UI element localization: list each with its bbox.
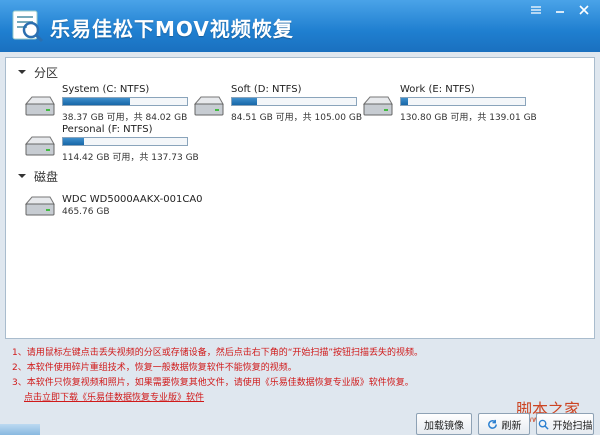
disks-header-label: 磁盘 bbox=[34, 169, 59, 184]
partition-name: Personal (F: NTFS) bbox=[62, 124, 153, 135]
caret-down-icon bbox=[18, 174, 26, 178]
hard-drive-icon bbox=[362, 96, 393, 116]
note-line-3: 3、本软件只恢复视频和照片，如果需要恢复其他文件，请使用《乐易佳数据恢复专业版》… bbox=[12, 378, 414, 388]
title-bar: 乐易佳松下MOV视频恢复 bbox=[0, 0, 600, 52]
close-button[interactable] bbox=[572, 0, 596, 20]
start-scan-button[interactable]: 开始扫描 bbox=[536, 413, 594, 435]
partition-info: 130.80 GB 可用，共 139.01 GB bbox=[400, 113, 537, 123]
refresh-label: 刷新 bbox=[501, 420, 522, 432]
disk-size: 465.76 GB bbox=[62, 207, 110, 217]
close-icon bbox=[579, 5, 589, 15]
taskbar-stub bbox=[0, 424, 40, 435]
hard-drive-icon bbox=[24, 96, 55, 116]
partitions-header[interactable]: 分区 bbox=[16, 64, 58, 80]
partition-d[interactable]: Soft (D: NTFS) 84.51 GB 可用，共 105.00 GB bbox=[193, 84, 362, 128]
usage-fill bbox=[401, 98, 409, 105]
usage-fill bbox=[232, 98, 257, 105]
menu-button[interactable] bbox=[524, 0, 548, 20]
partition-f[interactable]: Personal (F: NTFS) 114.42 GB 可用，共 137.73… bbox=[24, 124, 199, 168]
usage-bar bbox=[400, 97, 526, 106]
download-pro-link[interactable]: 点击立即下载《乐易佳数据恢复专业版》软件 bbox=[12, 391, 423, 406]
start-scan-label: 开始扫描 bbox=[552, 420, 593, 432]
partition-name: System (C: NTFS) bbox=[62, 84, 150, 95]
partition-name: Work (E: NTFS) bbox=[400, 84, 475, 95]
menu-icon bbox=[531, 6, 541, 14]
note-line-1: 1、请用鼠标左键点击丢失视频的分区或存储设备，然后点击右下角的“开始扫描”按钮扫… bbox=[12, 348, 424, 358]
physical-disk-0[interactable]: WDC WD5000AAKX-001CA0 465.76 GB bbox=[24, 188, 203, 232]
usage-bar bbox=[62, 137, 188, 146]
note-line-2: 2、本软件使用碎片重组技术，恢复一般数据恢复软件不能恢复的视频。 bbox=[12, 363, 297, 373]
usage-bar bbox=[231, 97, 357, 106]
load-image-label: 加载镜像 bbox=[424, 420, 464, 432]
partition-info: 84.51 GB 可用，共 105.00 GB bbox=[231, 113, 362, 123]
partition-name: Soft (D: NTFS) bbox=[231, 84, 302, 95]
refresh-icon bbox=[487, 419, 497, 429]
disks-header[interactable]: 磁盘 bbox=[16, 168, 58, 184]
partition-e[interactable]: Work (E: NTFS) 130.80 GB 可用，共 139.01 GB bbox=[362, 84, 537, 128]
window-controls bbox=[524, 0, 596, 20]
usage-fill bbox=[63, 138, 85, 145]
partition-info: 38.37 GB 可用，共 84.02 GB bbox=[62, 113, 188, 123]
main-panel: 分区 System (C: NTFS) 38.37 GB 可用，共 84.02 … bbox=[5, 57, 595, 339]
partitions-header-label: 分区 bbox=[34, 65, 59, 80]
minimize-button[interactable] bbox=[548, 0, 572, 20]
caret-down-icon bbox=[18, 70, 26, 74]
partition-c[interactable]: System (C: NTFS) 38.37 GB 可用，共 84.02 GB bbox=[24, 84, 188, 128]
app-logo-icon bbox=[12, 10, 44, 43]
hard-drive-icon bbox=[24, 136, 55, 156]
hard-drive-icon bbox=[24, 196, 55, 216]
instructions: 1、请用鼠标左键点击丢失视频的分区或存储设备，然后点击右下角的“开始扫描”按钮扫… bbox=[12, 346, 423, 406]
disk-name: WDC WD5000AAKX-001CA0 bbox=[62, 194, 203, 205]
load-image-button[interactable]: 加载镜像 bbox=[416, 413, 472, 435]
usage-fill bbox=[63, 98, 130, 105]
scan-icon bbox=[538, 419, 549, 430]
refresh-button[interactable]: 刷新 bbox=[478, 413, 530, 435]
minimize-icon bbox=[556, 11, 564, 13]
usage-bar bbox=[62, 97, 188, 106]
hard-drive-icon bbox=[193, 96, 224, 116]
app-title: 乐易佳松下MOV视频恢复 bbox=[50, 17, 294, 41]
partition-info: 114.42 GB 可用，共 137.73 GB bbox=[62, 153, 199, 163]
